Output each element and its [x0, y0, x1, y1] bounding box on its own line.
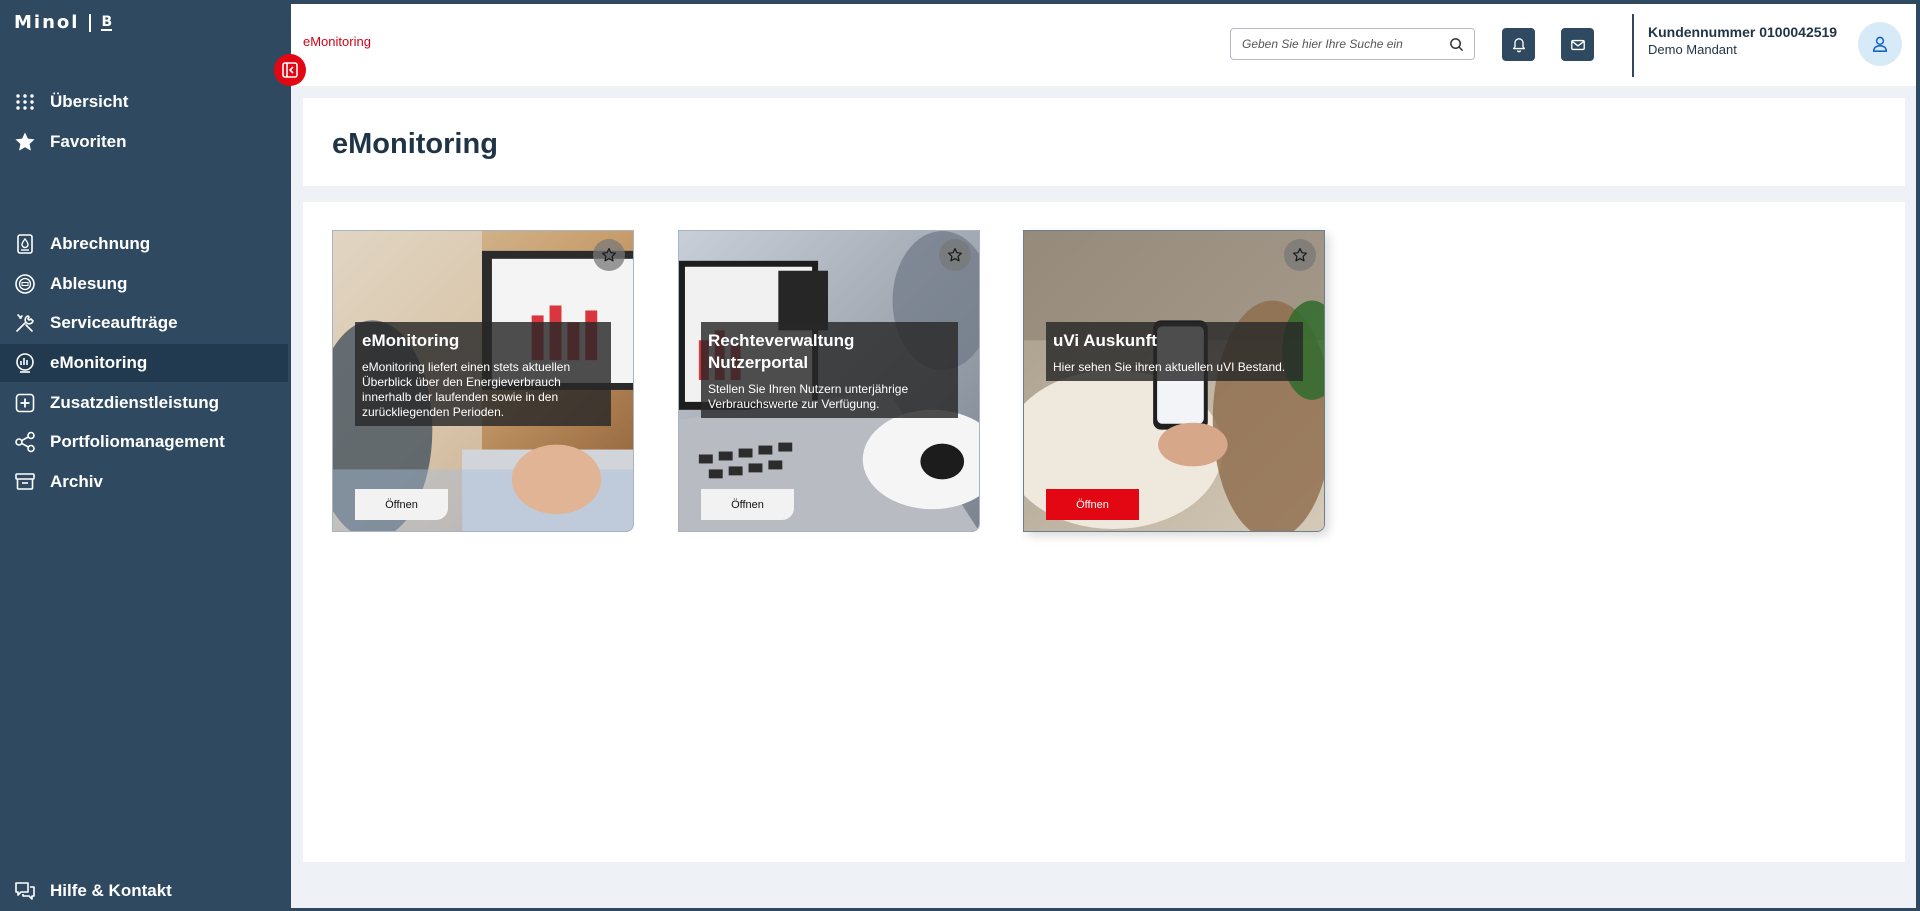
sidebar-item-label: eMonitoring	[50, 353, 148, 372]
meter-icon	[14, 273, 36, 295]
open-button[interactable]: Öffnen	[701, 489, 794, 520]
user-avatar[interactable]	[1858, 22, 1902, 66]
plus-square-icon	[14, 392, 36, 414]
star-outline-icon	[601, 247, 617, 262]
sidebar-item-label: Portfoliomanagement	[50, 432, 225, 451]
card-description: Stellen Sie Ihren Nutzern unterjährige V…	[708, 382, 909, 411]
page-title: eMonitoring	[332, 128, 498, 160]
sidebar-item-label: Zusatzdienstleistung	[50, 393, 220, 412]
content-panel: eMonitoring eMonitoring liefert einen st…	[303, 202, 1905, 862]
search-input[interactable]: Geben Sie hier Ihre Suche ein	[1230, 28, 1475, 60]
star-outline-icon	[947, 247, 963, 262]
search-placeholder: Geben Sie hier Ihre Suche ein	[1242, 37, 1403, 51]
mandant-name: Demo Mandant	[1648, 42, 1737, 57]
sidebar-item-label: Abrechnung	[50, 234, 151, 253]
card-rechteverwaltung[interactable]: Rechteverwaltung Nutzerportal Stellen Si…	[678, 230, 980, 532]
logo-text: Minol	[14, 12, 80, 33]
share-icon	[14, 431, 36, 453]
favorite-star-button[interactable]	[1284, 239, 1316, 271]
customer-number: Kundennummer 0100042519	[1648, 24, 1838, 40]
card-description: Hier sehen Sie ihren aktuellen uVI Besta…	[1053, 360, 1286, 374]
card-title: Rechteverwaltung Nutzerportal	[708, 331, 855, 372]
star-outline-icon	[1292, 247, 1308, 262]
chat-icon	[14, 880, 36, 902]
sidebar-item-label: Favoriten	[50, 132, 127, 151]
sidebar-item-hilfe-kontakt[interactable]: Hilfe & Kontakt	[0, 872, 288, 910]
card-overlay: eMonitoring eMonitoring liefert einen st…	[355, 322, 611, 426]
mail-icon	[1570, 39, 1585, 50]
archive-icon	[14, 471, 36, 493]
search-icon[interactable]	[1449, 37, 1464, 52]
card-description: eMonitoring liefert einen stets aktuelle…	[362, 360, 571, 419]
sidebar-item-archiv[interactable]: Archiv	[0, 463, 288, 501]
sidebar-item-serviceauftraege[interactable]: Serviceaufträge	[0, 304, 288, 342]
chart-monitor-icon	[14, 352, 36, 374]
header-divider	[1632, 14, 1634, 77]
notifications-button[interactable]	[1502, 28, 1535, 61]
main-area: eMonitoring Geben Sie hier Ihre Suche ei…	[291, 4, 1916, 908]
sidebar-item-ablesung[interactable]: Ablesung	[0, 265, 288, 303]
open-button[interactable]: Öffnen	[355, 489, 448, 520]
grid-icon	[14, 91, 36, 113]
tools-icon	[14, 312, 36, 334]
sidebar-item-label: Hilfe & Kontakt	[50, 881, 172, 900]
logo-mark: B	[101, 13, 113, 31]
breadcrumb[interactable]: eMonitoring	[303, 34, 371, 49]
sidebar-item-favoriten[interactable]: Favoriten	[0, 123, 288, 161]
open-button[interactable]: Öffnen	[1046, 489, 1139, 520]
favorite-star-button[interactable]	[593, 239, 625, 271]
card-overlay: uVi Auskunft Hier sehen Sie ihren aktuel…	[1046, 322, 1303, 381]
sidebar-item-zusatzdienstleistung[interactable]: Zusatzdienstleistung	[0, 384, 288, 422]
messages-button[interactable]	[1561, 28, 1594, 61]
sidebar-item-label: Ablesung	[50, 274, 128, 293]
card-overlay: Rechteverwaltung Nutzerportal Stellen Si…	[701, 322, 958, 418]
sidebar-item-uebersicht[interactable]: Übersicht	[0, 83, 288, 121]
sidebar-item-label: Übersicht	[50, 92, 129, 111]
card-image-phone	[1024, 231, 1324, 531]
user-icon	[1872, 36, 1888, 52]
collapse-sidebar-button[interactable]	[274, 54, 306, 86]
sidebar-item-label: Serviceaufträge	[50, 313, 178, 332]
sidebar-item-abrechnung[interactable]: Abrechnung	[0, 225, 288, 263]
sidebar: Minol B Übersicht Favoriten Abrechnung A…	[0, 0, 291, 911]
minol-logo[interactable]: Minol B	[14, 12, 113, 33]
card-title: uVi Auskunft	[1053, 331, 1157, 350]
card-title: eMonitoring	[362, 331, 460, 350]
card-uvi-auskunft[interactable]: uVi Auskunft Hier sehen Sie ihren aktuel…	[1023, 230, 1325, 532]
logo-separator	[89, 13, 92, 32]
top-bar: eMonitoring Geben Sie hier Ihre Suche ei…	[291, 4, 1916, 86]
favorite-star-button[interactable]	[939, 239, 971, 271]
sidebar-item-emonitoring[interactable]: eMonitoring	[0, 344, 288, 382]
sidebar-item-label: Archiv	[50, 472, 103, 491]
star-icon	[14, 131, 36, 153]
card-emonitoring[interactable]: eMonitoring eMonitoring liefert einen st…	[332, 230, 634, 532]
billing-icon	[14, 233, 36, 255]
bell-icon	[1512, 37, 1525, 52]
collapse-icon	[282, 62, 298, 78]
title-panel: eMonitoring	[303, 98, 1905, 186]
sidebar-item-portfoliomanagement[interactable]: Portfoliomanagement	[0, 423, 288, 461]
